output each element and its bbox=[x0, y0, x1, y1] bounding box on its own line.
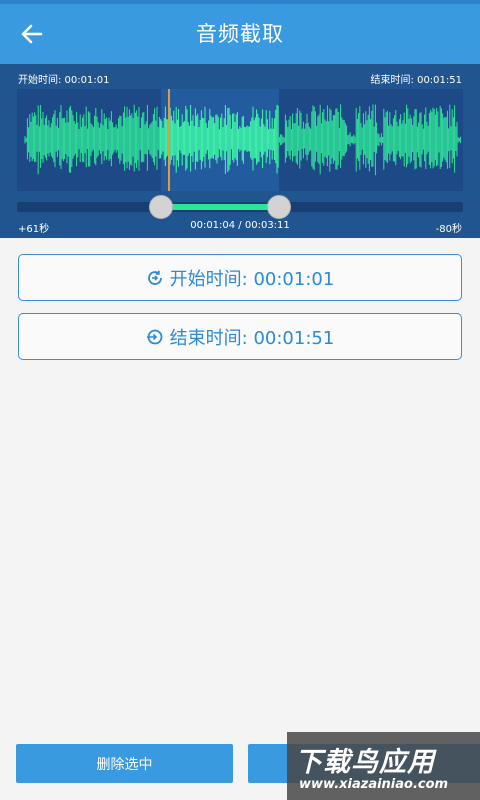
start-time-icon bbox=[146, 269, 164, 287]
waveform-end-time: 结束时间: 00:01:51 bbox=[370, 75, 462, 86]
range-fill bbox=[161, 204, 278, 210]
watermark-url: www.xiazainiao.com bbox=[299, 777, 449, 792]
end-offset-label: -80秒 bbox=[435, 224, 462, 235]
watermark: 下载鸟应用 www.xiazainiao.com bbox=[287, 732, 480, 800]
waveform-panel: 开始时间: 00:01:01 结束时间: 00:01:51 +61秒 00:01… bbox=[0, 64, 480, 238]
position-label: 00:01:04 / 00:03:11 bbox=[190, 220, 290, 231]
watermark-title: 下载鸟应用 bbox=[295, 747, 435, 778]
end-time-icon bbox=[146, 328, 164, 346]
arrow-left-icon bbox=[21, 24, 43, 44]
end-time-label: 结束时间: 00:01:51 bbox=[169, 327, 335, 349]
start-time-button[interactable]: 开始时间: 00:01:01 bbox=[18, 254, 462, 301]
delete-selected-button[interactable]: 删除选中 bbox=[16, 744, 233, 783]
waveform-start-time: 开始时间: 00:01:01 bbox=[18, 75, 110, 86]
app-bar: 音频截取 bbox=[0, 4, 480, 64]
playhead[interactable] bbox=[168, 89, 170, 191]
waveform-selected bbox=[160, 104, 278, 174]
waveform bbox=[24, 104, 462, 176]
back-button[interactable] bbox=[14, 18, 50, 50]
page-title: 音频截取 bbox=[196, 22, 284, 46]
range-track[interactable] bbox=[17, 202, 463, 212]
waveform-area[interactable] bbox=[17, 89, 463, 191]
end-time-button[interactable]: 结束时间: 00:01:51 bbox=[18, 313, 462, 360]
start-time-label: 开始时间: 00:01:01 bbox=[169, 268, 335, 290]
range-end-handle[interactable] bbox=[267, 195, 291, 219]
waveform-unselected bbox=[24, 104, 462, 176]
range-start-handle[interactable] bbox=[149, 195, 173, 219]
